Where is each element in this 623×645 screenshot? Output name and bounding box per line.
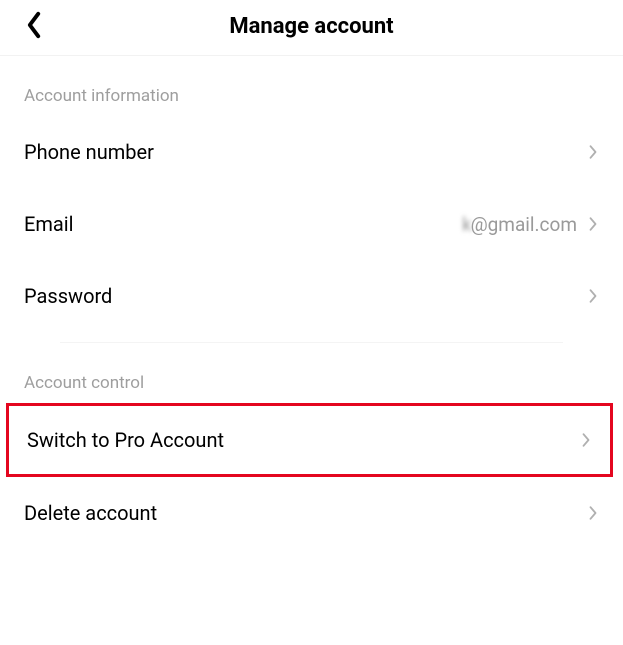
row-label: Email [24, 212, 74, 236]
section-account-information-label: Account information [0, 56, 623, 116]
chevron-right-icon [587, 214, 599, 234]
section-account-control-label: Account control [0, 343, 623, 403]
page-title: Manage account [20, 14, 603, 39]
header: Manage account [0, 0, 623, 56]
row-delete-account[interactable]: Delete account [0, 477, 623, 549]
chevron-right-icon [587, 503, 599, 523]
highlight-switch-pro: Switch to Pro Account [6, 403, 613, 477]
row-label: Switch to Pro Account [27, 428, 224, 452]
chevron-right-icon [587, 142, 599, 162]
chevron-right-icon [580, 430, 592, 450]
back-button[interactable] [18, 11, 50, 43]
chevron-left-icon [25, 11, 43, 43]
row-phone-number[interactable]: Phone number [0, 116, 623, 188]
row-value-email: k@gmail.com [462, 213, 577, 236]
row-label: Phone number [24, 140, 154, 164]
row-label: Delete account [24, 501, 157, 525]
row-switch-to-pro-account[interactable]: Switch to Pro Account [9, 406, 610, 474]
row-email[interactable]: Email k@gmail.com [0, 188, 623, 260]
chevron-right-icon [587, 286, 599, 306]
row-label: Password [24, 284, 112, 308]
row-password[interactable]: Password [0, 260, 623, 332]
